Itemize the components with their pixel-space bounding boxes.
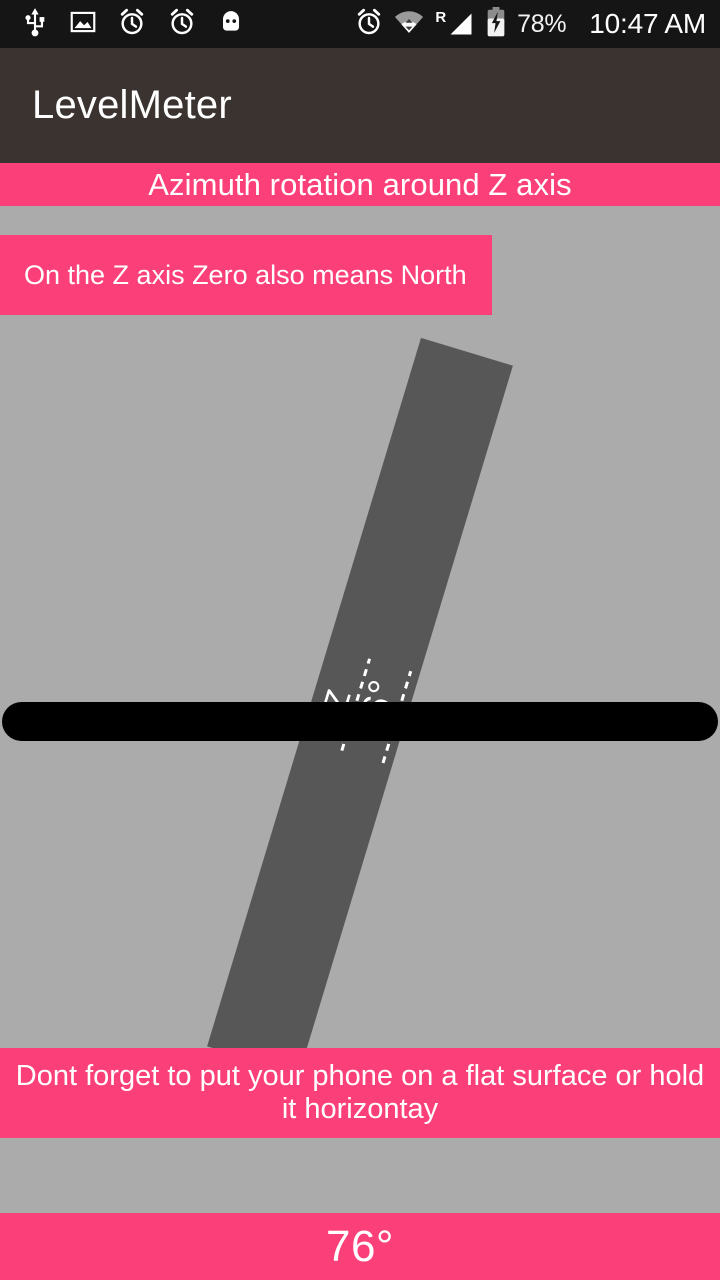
status-bar-right-icons: R 78% 10:47 AM <box>355 6 706 42</box>
status-bar-left-icons <box>22 7 244 42</box>
azimuth-needle: Z 76° <box>207 337 513 1048</box>
azimuth-header-banner: Azimuth rotation around Z axis <box>0 163 720 206</box>
alarm-clock-icon <box>168 8 196 41</box>
app-root: R 78% 10:47 AM LevelMeter Azimuth rotati… <box>0 0 720 1280</box>
usb-icon <box>22 7 48 42</box>
roaming-label: R <box>435 9 447 26</box>
flat-surface-tip-label: Dont forget to put your phone on a flat … <box>15 1059 705 1125</box>
status-bar: R 78% 10:47 AM <box>0 0 720 48</box>
image-icon <box>70 9 96 40</box>
bottom-spacer <box>0 1138 720 1213</box>
azimuth-value-label: 76° <box>325 1221 395 1271</box>
alarm-clock-icon <box>355 8 383 41</box>
alarm-clock-icon <box>118 8 146 41</box>
roaming-signal-icon: R <box>435 10 475 38</box>
battery-charging-icon <box>486 6 506 42</box>
android-head-icon <box>218 9 244 40</box>
azimuth-gauge: Z 76° <box>0 206 720 1048</box>
wifi-icon <box>394 9 424 40</box>
azimuth-value-banner: 76° <box>0 1213 720 1280</box>
battery-percent-label: 78% <box>517 9 567 38</box>
level-reference-bar <box>2 702 718 741</box>
azimuth-header-label: Azimuth rotation around Z axis <box>148 166 572 202</box>
north-note-label: On the Z axis Zero also means North <box>24 259 467 290</box>
page-title: LevelMeter <box>32 83 232 127</box>
status-bar-clock: 10:47 AM <box>589 8 706 39</box>
north-note-banner: On the Z axis Zero also means North <box>0 235 492 315</box>
flat-surface-tip-banner: Dont forget to put your phone on a flat … <box>0 1048 720 1138</box>
action-bar: LevelMeter <box>0 48 720 163</box>
